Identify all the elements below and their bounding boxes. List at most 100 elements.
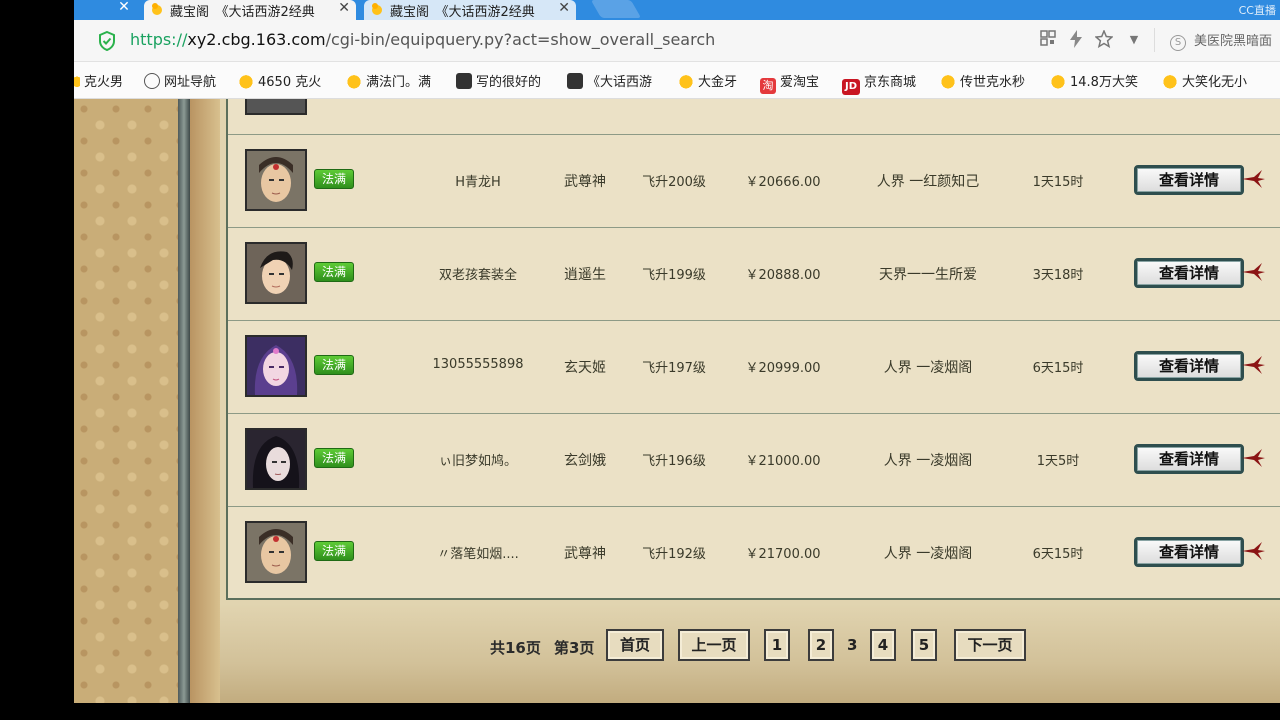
claw-ornament-icon bbox=[1242, 449, 1265, 467]
url-host: xy2.cbg.163.com bbox=[187, 30, 326, 49]
address-bar: https://xy2.cbg.163.com/cgi-bin/equipque… bbox=[74, 20, 1280, 62]
avatar[interactable] bbox=[245, 428, 307, 490]
price: ￥20888.00 bbox=[745, 268, 821, 283]
page-button-4[interactable]: 4 bbox=[870, 629, 896, 661]
bookmark-label: 写的很好的 bbox=[476, 75, 542, 90]
search-engine-box[interactable]: S 美医院黑暗面 bbox=[1170, 30, 1272, 51]
current-page-number: 3 bbox=[847, 636, 858, 654]
avatar[interactable] bbox=[245, 521, 307, 583]
first-page-button[interactable]: 首页 bbox=[606, 629, 664, 661]
current-page-label: 第3页 bbox=[554, 639, 595, 657]
duck-icon bbox=[1162, 73, 1178, 89]
bookmark-label: 爱淘宝 bbox=[780, 75, 820, 90]
character-school: 武尊神 bbox=[564, 546, 606, 562]
table-row: 法满 〃落笔如烟.... 武尊神 飞升192级 ￥21700.00 人界 一凌烟… bbox=[228, 506, 1280, 599]
bookmark-item[interactable]: 大笑化无小 bbox=[1162, 71, 1247, 91]
tab-close-icon[interactable]: ✕ bbox=[558, 0, 570, 16]
brand-logo: CC直播 bbox=[1238, 4, 1276, 17]
server-name: 人界 一凌烟阁 bbox=[883, 360, 973, 376]
bookmark-item[interactable]: 4650 克火 bbox=[238, 71, 321, 91]
bookmark-item[interactable]: 传世克水秒 bbox=[940, 71, 1025, 91]
price: ￥20999.00 bbox=[745, 361, 821, 376]
bookmark-label: 京东商城 bbox=[864, 75, 917, 90]
page-button-5[interactable]: 5 bbox=[911, 629, 937, 661]
decorative-pattern bbox=[74, 99, 178, 703]
bookmark-item[interactable]: 满法门。满 bbox=[346, 71, 431, 91]
tab-active[interactable]: 藏宝阁_《大话西游2经典 ✕ bbox=[144, 0, 356, 20]
lightning-icon[interactable] bbox=[1066, 30, 1086, 50]
view-details-button[interactable]: 查看详情 bbox=[1134, 258, 1244, 288]
status-badge: 法满 bbox=[314, 541, 354, 561]
url-field[interactable]: https://xy2.cbg.163.com/cgi-bin/equipque… bbox=[130, 30, 715, 49]
star-bookmark-icon[interactable] bbox=[1094, 29, 1114, 50]
claw-ornament-icon bbox=[1242, 170, 1265, 188]
qr-code-icon[interactable] bbox=[1038, 30, 1058, 50]
claw-ornament-icon bbox=[1242, 542, 1265, 560]
bookmark-item[interactable]: JD 京东商城 bbox=[842, 71, 917, 95]
character-school: 玄剑娥 bbox=[564, 453, 606, 469]
view-details-button[interactable]: 查看详情 bbox=[1134, 165, 1244, 195]
new-tab-button[interactable] bbox=[590, 0, 642, 18]
total-pages: 共16页 bbox=[490, 639, 541, 657]
search-engine-icon: S bbox=[1170, 35, 1186, 51]
bookmark-item[interactable]: 《大话西游 bbox=[567, 71, 652, 91]
duck-icon bbox=[152, 3, 162, 15]
next-page-button[interactable]: 下一页 bbox=[954, 629, 1026, 661]
bookmark-item[interactable]: 网址导航 bbox=[144, 71, 216, 91]
chevron-down-icon[interactable]: ▼ bbox=[1124, 30, 1144, 50]
tab-close-icon[interactable]: ✕ bbox=[338, 0, 350, 16]
time-left: 3天18时 bbox=[1032, 268, 1084, 283]
duck-icon bbox=[346, 73, 362, 89]
jd-icon: JD bbox=[842, 79, 860, 95]
tab-strip: ✕ 藏宝阁_《大话西游2经典 ✕ 藏宝阁_《大话西游2经典 ✕ CC直播 bbox=[74, 0, 1280, 20]
screen: ✕ 藏宝阁_《大话西游2经典 ✕ 藏宝阁_《大话西游2经典 ✕ CC直播 htt… bbox=[0, 0, 1280, 720]
avatar[interactable] bbox=[245, 149, 307, 211]
tab-title: 藏宝阁_《大话西游2经典 bbox=[390, 5, 535, 17]
bookmarks-bar: 克火男 网址导航 4650 克火 满法门。满 写的很好的 《大话西游 大金牙 淘… bbox=[74, 62, 1280, 99]
table-row: 法满 ぃ旧梦如鸠。 玄剑娥 飞升196级 ￥21000.00 人界 一凌烟阁 1… bbox=[228, 413, 1280, 506]
character-level: 飞升196级 bbox=[642, 454, 706, 469]
character-level: 飞升200级 bbox=[642, 175, 706, 190]
page-button-1[interactable]: 1 bbox=[764, 629, 790, 661]
character-name: 13055555898 bbox=[432, 357, 524, 372]
server-name: 人界 一凌烟阁 bbox=[883, 546, 973, 562]
view-details-button[interactable]: 查看详情 bbox=[1134, 537, 1244, 567]
claw-ornament-icon bbox=[1242, 356, 1265, 374]
duck-icon bbox=[1050, 73, 1066, 89]
bookmark-label: 克火男 bbox=[84, 75, 124, 90]
listing-table: 法满 H青龙H 武尊神 飞升200级 ￥20666.00 人界 一红颜知己 1天… bbox=[226, 99, 1280, 600]
scroll-rod bbox=[178, 99, 190, 703]
time-left: 1天15时 bbox=[1032, 175, 1084, 190]
bookmark-item[interactable]: 克火男 bbox=[74, 71, 123, 91]
character-name: H青龙H bbox=[455, 175, 501, 190]
bookmark-label: 14.8万大笑 bbox=[1070, 75, 1138, 90]
view-details-button[interactable]: 查看详情 bbox=[1134, 351, 1244, 381]
book-icon bbox=[567, 73, 583, 89]
book-icon bbox=[456, 73, 472, 89]
bookmark-label: 《大话西游 bbox=[587, 75, 653, 90]
character-name: ぃ旧梦如鸠。 bbox=[438, 454, 517, 469]
avatar[interactable] bbox=[245, 242, 307, 304]
bookmark-label: 传世克水秒 bbox=[960, 75, 1026, 90]
bookmark-label: 4650 克火 bbox=[258, 75, 322, 90]
page-button-2[interactable]: 2 bbox=[808, 629, 834, 661]
tab-inactive[interactable]: 藏宝阁_《大话西游2经典 ✕ bbox=[364, 0, 576, 20]
character-school: 逍遥生 bbox=[564, 267, 606, 283]
bookmark-item[interactable]: 写的很好的 bbox=[456, 71, 541, 91]
time-left: 6天15时 bbox=[1032, 361, 1084, 376]
avatar[interactable] bbox=[245, 335, 307, 397]
bookmark-item[interactable]: 14.8万大笑 bbox=[1050, 71, 1138, 91]
close-icon[interactable]: ✕ bbox=[114, 0, 134, 16]
scroll-edge bbox=[190, 99, 220, 703]
bookmark-item[interactable]: 淘爱淘宝 bbox=[760, 71, 820, 94]
server-name: 人界 一红颜知己 bbox=[876, 174, 980, 190]
prev-page-button[interactable]: 上一页 bbox=[678, 629, 750, 661]
character-name: 双老孩套装全 bbox=[438, 268, 517, 283]
view-details-button[interactable]: 查看详情 bbox=[1134, 444, 1244, 474]
status-badge: 法满 bbox=[314, 355, 354, 375]
status-badge: 法满 bbox=[314, 448, 354, 468]
table-row: 法满 H青龙H 武尊神 飞升200级 ￥20666.00 人界 一红颜知己 1天… bbox=[228, 134, 1280, 227]
bookmark-item[interactable]: 大金牙 bbox=[678, 71, 737, 91]
character-level: 飞升199级 bbox=[642, 268, 706, 283]
url-path: /cgi-bin/equipquery.py?act=show_overall_… bbox=[325, 30, 716, 49]
